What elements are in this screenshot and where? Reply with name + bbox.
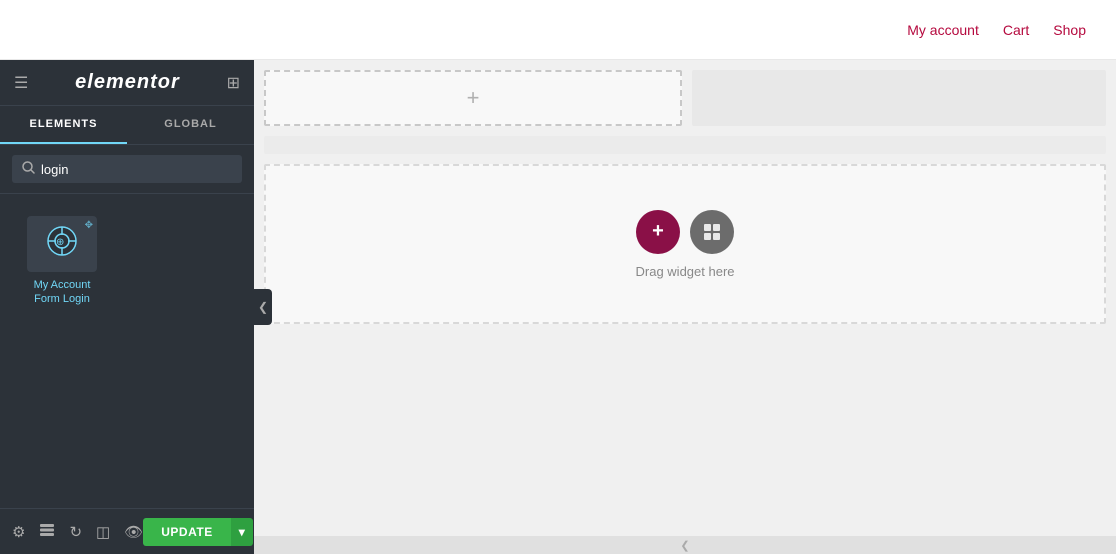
preview-icon[interactable]: 👁 (124, 523, 143, 541)
search-input[interactable] (41, 162, 232, 177)
main-layout: ☰ elementor ⊞ ELEMENTS GLOBAL (0, 60, 1116, 554)
my-account-link[interactable]: My account (907, 22, 979, 38)
fab-add-button[interactable]: + (636, 210, 680, 254)
widget-card-my-account-form-login[interactable]: ⊕ ✥ My Account Form Login (12, 206, 112, 317)
cart-link[interactable]: Cart (1003, 22, 1029, 38)
canvas: + + (254, 60, 1116, 554)
search-icon (22, 161, 35, 177)
settings-icon[interactable]: ⚙ (12, 523, 25, 541)
fab-grid-button[interactable] (690, 210, 734, 254)
grid-icon[interactable]: ⊞ (227, 73, 240, 93)
sidebar-logo: elementor (75, 71, 180, 94)
sidebar-bottom: ⚙ ↻ ◫ 👁 UPDATE ▾ (0, 508, 254, 554)
collapse-handle[interactable]: ❮ (254, 289, 272, 325)
update-group: UPDATE ▾ (143, 518, 252, 546)
tab-global[interactable]: GLOBAL (127, 106, 254, 144)
move-cursor-icon: ✥ (85, 220, 93, 231)
responsive-icon[interactable]: ◫ (96, 523, 110, 541)
tab-elements[interactable]: ELEMENTS (0, 106, 127, 144)
svg-text:⊕: ⊕ (56, 237, 64, 248)
drag-label: Drag widget here (636, 264, 735, 279)
history-icon[interactable]: ↻ (69, 523, 82, 541)
section-col-right (692, 70, 1106, 126)
section-spacer-1 (264, 136, 1106, 154)
widget-label: My Account Form Login (20, 278, 104, 307)
search-box (12, 155, 242, 183)
widget-icon: ⊕ (44, 223, 80, 266)
top-bar: My account Cart Shop (0, 0, 1116, 60)
fab-buttons: + (636, 210, 734, 254)
drag-widget-area: + Drag widget here (636, 210, 735, 279)
sidebar: ☰ elementor ⊞ ELEMENTS GLOBAL (0, 60, 254, 554)
canvas-content: + + (254, 60, 1116, 554)
section-large: + Drag widget here (264, 164, 1106, 324)
section-row-1: + (264, 70, 1106, 126)
section-col-left[interactable]: + (264, 70, 682, 126)
sidebar-search (0, 145, 254, 194)
sidebar-header: ☰ elementor ⊞ (0, 60, 254, 106)
top-bar-links: My account Cart Shop (907, 22, 1086, 38)
canvas-scroll-bottom[interactable]: ❮ (254, 536, 1116, 554)
layers-icon[interactable] (39, 523, 55, 541)
update-arrow-button[interactable]: ▾ (231, 518, 253, 546)
sidebar-tabs: ELEMENTS GLOBAL (0, 106, 254, 145)
widget-icon-box: ⊕ ✥ (27, 216, 97, 272)
bottom-icons: ⚙ ↻ ◫ 👁 (12, 523, 143, 541)
shop-link[interactable]: Shop (1053, 22, 1086, 38)
sidebar-widgets: ⊕ ✥ My Account Form Login (0, 194, 254, 508)
add-column-button[interactable]: + (467, 85, 480, 111)
update-button[interactable]: UPDATE (143, 518, 230, 546)
hamburger-icon[interactable]: ☰ (14, 73, 28, 93)
